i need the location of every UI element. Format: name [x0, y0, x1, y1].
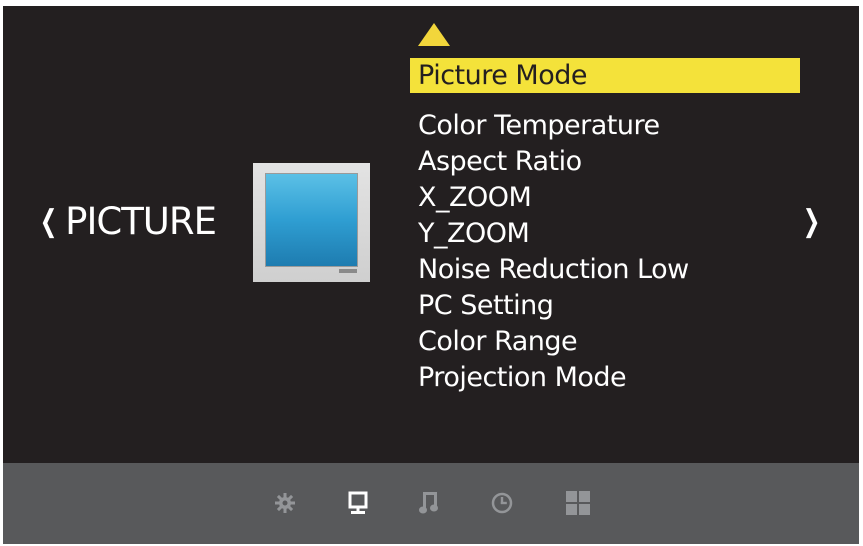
bottom-tab-bar [3, 463, 859, 544]
menu-list: Color Temperature Aspect Ratio X_ZOOM Y_… [418, 108, 689, 396]
chevron-left-icon[interactable]: ❮ [40, 202, 58, 242]
menu-item-y-zoom[interactable]: Y_ZOOM [418, 216, 689, 252]
category-selector[interactable]: ❮ PICTURE [36, 200, 217, 243]
thumbnail-screen [265, 173, 358, 267]
menu-item-aspect-ratio[interactable]: Aspect Ratio [418, 144, 689, 180]
menu-item-selected[interactable]: Picture Mode [410, 58, 800, 93]
tv-picture-icon [253, 163, 370, 282]
time-clock-icon[interactable] [487, 488, 517, 518]
sound-note-icon[interactable] [414, 488, 444, 518]
menu-item-noise-reduction[interactable]: Noise Reduction Low [418, 252, 689, 288]
menu-item-label: Picture Mode [418, 60, 588, 91]
menu-item-color-range[interactable]: Color Range [418, 324, 689, 360]
settings-gear-icon[interactable] [270, 488, 300, 518]
menu-panel: ❮ PICTURE Picture Mode Color Temperature… [3, 6, 859, 463]
menu-item-pc-setting[interactable]: PC Setting [418, 288, 689, 324]
chevron-right-icon[interactable]: ❯ [803, 202, 821, 242]
menu-item-color-temperature[interactable]: Color Temperature [418, 108, 689, 144]
osd-screen: ❮ PICTURE Picture Mode Color Temperature… [3, 6, 859, 544]
thumbnail-base [339, 269, 357, 273]
scroll-up-arrow-icon[interactable] [418, 23, 450, 46]
picture-monitor-icon[interactable] [343, 488, 373, 518]
lock-grid-icon[interactable] [563, 488, 593, 518]
menu-item-projection-mode[interactable]: Projection Mode [418, 360, 689, 396]
category-title: PICTURE [65, 200, 217, 243]
menu-item-x-zoom[interactable]: X_ZOOM [418, 180, 689, 216]
